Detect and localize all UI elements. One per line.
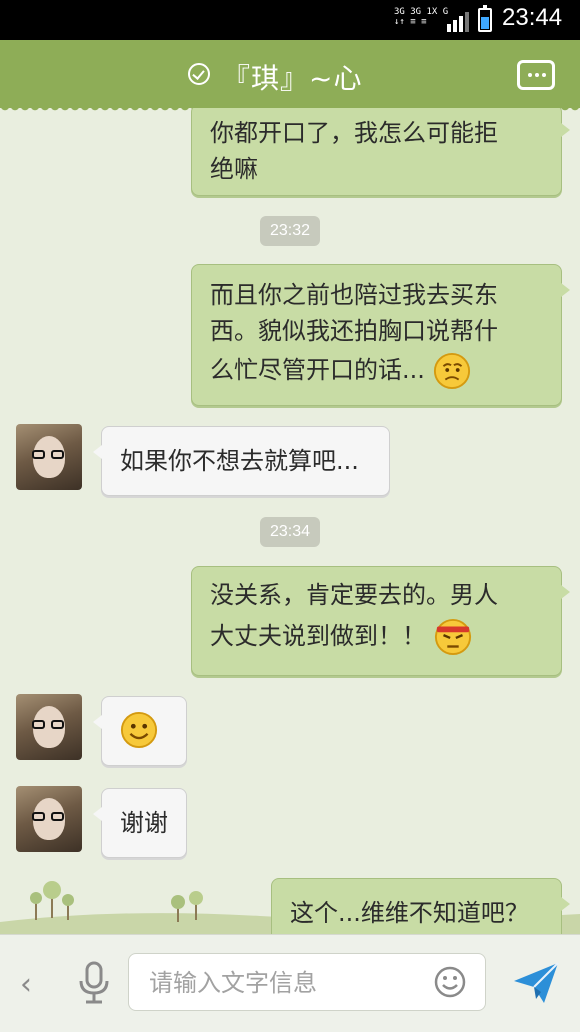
timestamp: 23:32: [260, 216, 320, 246]
status-time: 23:44: [502, 4, 563, 31]
message-sent[interactable]: 而且你之前也陪过我去买东 西。貌似我还拍胸口说帮什 么忙尽管开口的话...: [191, 264, 570, 406]
microphone-icon[interactable]: [76, 961, 112, 1005]
network-indicator: 3G 3G 1X G ↓↑ ≡ ≡: [394, 7, 448, 27]
worried-face-icon: [433, 352, 470, 390]
contact-avatar[interactable]: [16, 786, 82, 852]
message-line: 西。貌似我还拍胸口说帮什: [210, 317, 498, 345]
message-input-field[interactable]: [128, 953, 486, 1011]
chat-header: 『琪』~心: [0, 40, 580, 114]
message-input[interactable]: [147, 964, 411, 1002]
contact-name[interactable]: 『琪』~心: [222, 57, 362, 97]
check-circle-icon: [188, 63, 210, 85]
smile-face-icon: [120, 711, 158, 749]
message-line: 没关系，肯定要去的。男人: [210, 581, 498, 609]
contact-avatar[interactable]: [16, 694, 82, 760]
more-dots-icon[interactable]: [517, 60, 555, 90]
message-line: 你都开口了，我怎么可能拒: [210, 119, 498, 147]
message-line: 而且你之前也陪过我去买东: [210, 281, 498, 309]
message-text: 这个...维维不知道吧？: [290, 899, 529, 927]
status-bar: 3G 3G 1X G ↓↑ ≡ ≡ 23:44: [0, 0, 580, 40]
message-received[interactable]: [93, 696, 187, 766]
contact-avatar[interactable]: [16, 424, 82, 490]
input-bar: ‹: [0, 934, 580, 1032]
message-list[interactable]: 你都开口了，我怎么可能拒 绝嘛 23:32 而且你之前也陪过我去买东 西。貌似我…: [0, 108, 580, 934]
network-types: 3G 3G 1X G: [394, 7, 449, 17]
message-received[interactable]: 谢谢: [93, 788, 187, 858]
message-sent[interactable]: 你都开口了，我怎么可能拒 绝嘛: [191, 108, 570, 196]
message-line: 绝嘛: [210, 155, 258, 183]
determined-face-icon: [434, 618, 471, 656]
message-received[interactable]: 如果你不想去就算吧...: [93, 426, 390, 496]
smiley-icon[interactable]: [433, 965, 467, 999]
network-activity: ↓↑ ≡ ≡: [394, 17, 427, 27]
chevron-left-icon[interactable]: ‹: [20, 967, 32, 1002]
timestamp: 23:34: [260, 517, 320, 547]
message-text: 谢谢: [120, 809, 168, 837]
signal-icon: [447, 12, 469, 32]
message-sent[interactable]: 这个...维维不知道吧？: [271, 878, 570, 934]
battery-icon: [478, 5, 492, 32]
message-text: 如果你不想去就算吧...: [120, 447, 359, 475]
message-sent[interactable]: 没关系，肯定要去的。男人 大丈夫说到做到！！: [191, 566, 570, 676]
message-line: 么忙尽管开口的话...: [210, 356, 425, 384]
message-line: 大丈夫说到做到！！: [210, 622, 426, 650]
send-paper-plane-icon[interactable]: [512, 959, 560, 1005]
